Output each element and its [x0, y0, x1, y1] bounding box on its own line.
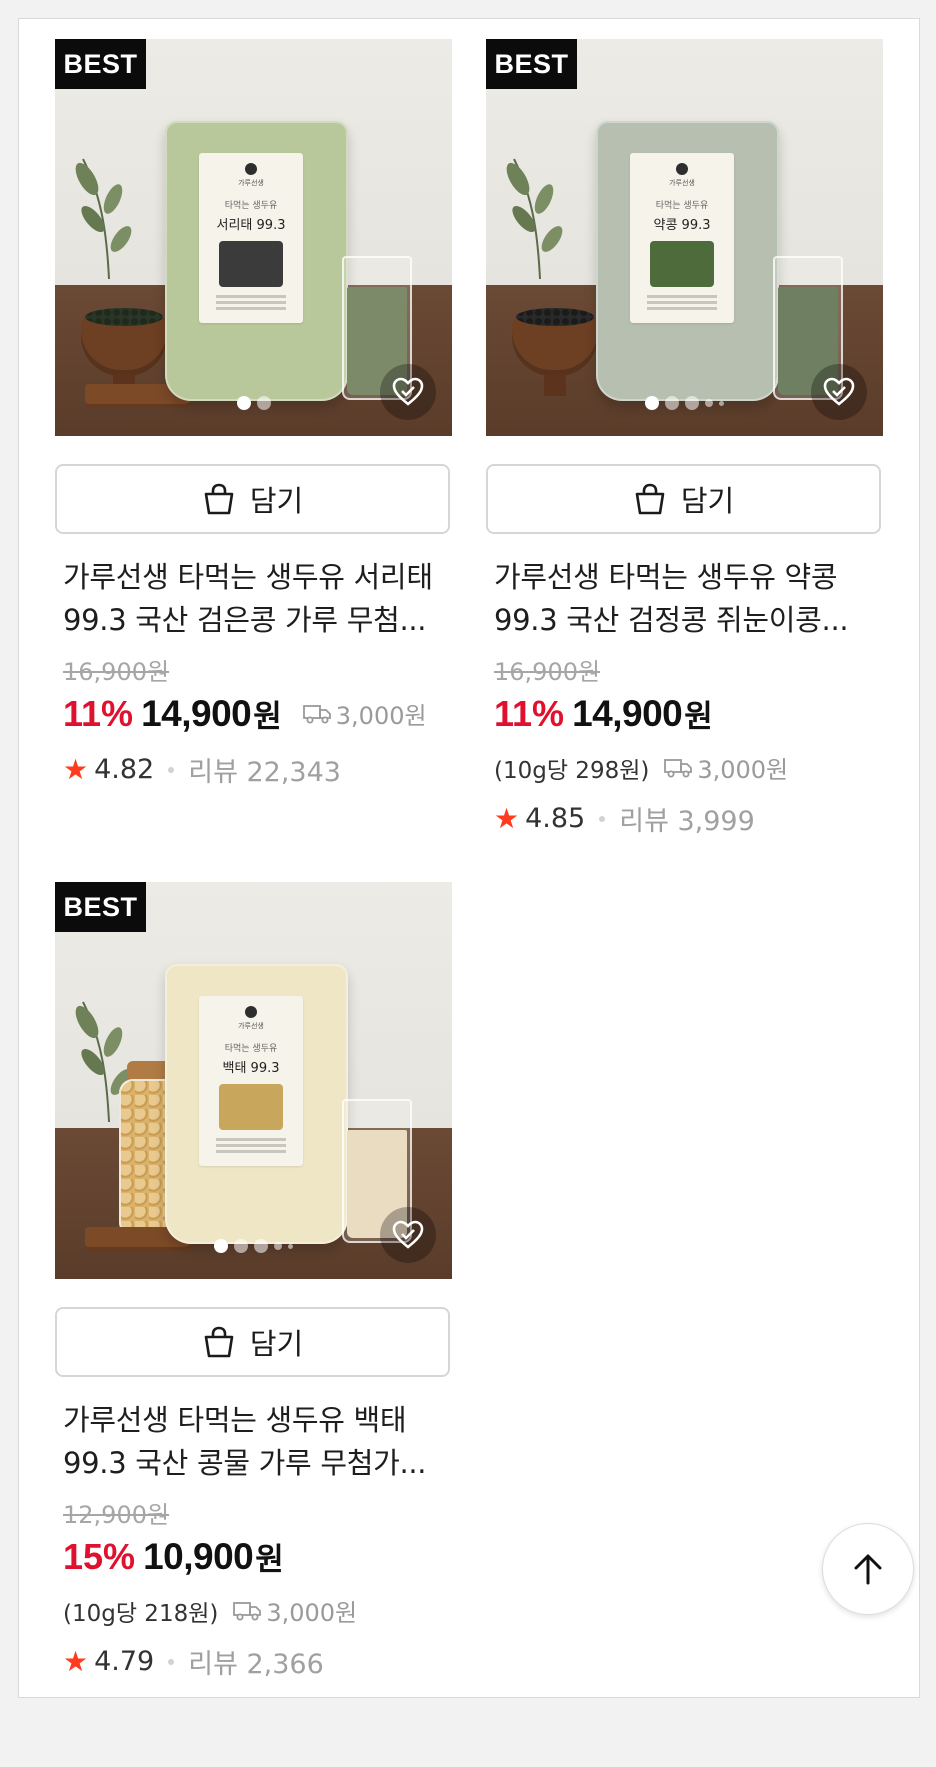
truck-icon: [664, 758, 693, 777]
sale-price: 14,900: [572, 692, 683, 734]
cart-label: 담기: [249, 1327, 304, 1361]
original-price: 12,900원: [63, 1501, 170, 1529]
product-title[interactable]: 가루선생 타먹는 생두유 서리태 99.3 국산 검은콩 가루 무첨...: [63, 556, 444, 642]
shipping-fee: 3,000원: [232, 1593, 357, 1628]
separator-dot: [168, 766, 175, 773]
review-count[interactable]: 리뷰 22,343: [188, 750, 341, 789]
brand-logo: [245, 1006, 257, 1018]
shipping-fee-text: 3,000원: [266, 1599, 358, 1627]
image-dot[interactable]: [234, 1239, 248, 1253]
product-pouch: 가루선생 타먹는 생두유 백태 99.3: [165, 964, 348, 1244]
rating-score: 4.82: [94, 754, 155, 785]
discount-rate: 11%: [63, 692, 134, 734]
separator-dot: [599, 815, 606, 822]
original-price: 16,900원: [494, 658, 601, 686]
separator-dot: [168, 1658, 175, 1665]
wishlist-button[interactable]: [380, 364, 436, 420]
review-count[interactable]: 리뷰 2,366: [188, 1642, 324, 1681]
heart-icon: [392, 377, 424, 406]
shopping-bag-icon: [635, 483, 665, 515]
product-image[interactable]: 가루선생 타먹는 생두유 약콩 99.3 BEST: [486, 39, 883, 436]
product-card[interactable]: 가루선생 타먹는 생두유 약콩 99.3 BEST 담기 가루선생 타먹는 생두…: [486, 39, 883, 838]
rating-row: ★ 4.82 리뷰 22,343: [63, 750, 444, 789]
arrow-up-icon: [854, 1554, 882, 1585]
product-card[interactable]: 가루선생 타먹는 생두유 서리태 99.3 BEST 담기 가루선생 타먹는 생…: [55, 39, 452, 789]
product-grid: 가루선생 타먹는 생두유 서리태 99.3 BEST 담기 가루선생 타먹는 생…: [18, 18, 920, 1698]
image-dot[interactable]: [236, 396, 251, 410]
image-dot[interactable]: [256, 396, 271, 410]
wishlist-button[interactable]: [380, 1207, 436, 1263]
price-row: 15% 10,900 원: [63, 1534, 444, 1579]
add-to-cart-button[interactable]: 담기: [55, 1307, 450, 1377]
original-price: 16,900원: [63, 658, 170, 686]
product-title[interactable]: 가루선생 타먹는 생두유 백태 99.3 국산 콩물 가루 무첨가...: [63, 1399, 444, 1485]
price-row: 11% 14,900 원 3,000원: [63, 691, 444, 736]
add-to-cart-button[interactable]: 담기: [486, 464, 881, 534]
shipping-fee: 3,000원: [302, 696, 427, 731]
plant-leaves: [506, 158, 563, 279]
sale-price: 10,900: [143, 1535, 254, 1577]
price-row: 11% 14,900 원: [494, 691, 875, 736]
bean-bowl: [81, 308, 167, 376]
image-dot[interactable]: [645, 396, 659, 410]
heart-icon: [823, 377, 855, 406]
bean-bowl: [512, 308, 598, 376]
shopping-bag-icon: [204, 1326, 234, 1358]
product-pouch: 가루선생 타먹는 생두유 서리태 99.3: [165, 121, 348, 401]
brand-logo: [245, 163, 257, 175]
scroll-to-top-button[interactable]: [822, 1523, 914, 1615]
shopping-bag-icon: [204, 483, 234, 515]
image-dot[interactable]: [705, 399, 713, 407]
shipping-fee-text: 3,000원: [697, 756, 789, 784]
truck-icon: [302, 704, 331, 723]
image-dot[interactable]: [254, 1239, 268, 1253]
image-dot[interactable]: [685, 396, 699, 410]
product-pouch: 가루선생 타먹는 생두유 약콩 99.3: [596, 121, 779, 401]
shipping-fee: 3,000원: [663, 750, 788, 785]
best-badge: BEST: [486, 39, 577, 89]
sale-price: 14,900: [141, 692, 252, 734]
best-badge: BEST: [55, 39, 146, 89]
rating-score: 4.79: [94, 1646, 155, 1677]
unit-price-row: (10g당 218원) 3,000원: [63, 1593, 444, 1628]
image-dot[interactable]: [274, 1242, 282, 1250]
best-badge: BEST: [55, 882, 146, 932]
rating-score: 4.85: [525, 803, 586, 834]
wishlist-button[interactable]: [811, 364, 867, 420]
plant-leaves: [75, 158, 132, 279]
unit-price: (10g당 218원): [63, 1600, 219, 1627]
image-dot[interactable]: [214, 1239, 228, 1253]
image-dot[interactable]: [719, 400, 724, 406]
discount-rate: 11%: [494, 692, 565, 734]
price-unit: 원: [253, 699, 282, 735]
review-count[interactable]: 리뷰 3,999: [619, 799, 755, 838]
add-to-cart-button[interactable]: 담기: [55, 464, 450, 534]
image-dot[interactable]: [288, 1243, 293, 1249]
shipping-fee-text: 3,000원: [335, 702, 427, 730]
star-icon: ★: [63, 752, 89, 786]
truck-icon: [233, 1601, 262, 1620]
rating-row: ★ 4.79 리뷰 2,366: [63, 1642, 444, 1681]
product-title[interactable]: 가루선생 타먹는 생두유 약콩 99.3 국산 검정콩 쥐눈이콩...: [494, 556, 875, 642]
rating-row: ★ 4.85 리뷰 3,999: [494, 799, 875, 838]
product-image[interactable]: 가루선생 타먹는 생두유 서리태 99.3 BEST: [55, 39, 452, 436]
cart-label: 담기: [680, 484, 735, 518]
star-icon: ★: [63, 1644, 89, 1678]
product-card[interactable]: 가루선생 타먹는 생두유 백태 99.3 BEST 담기 가루선생 타먹는 생두…: [55, 882, 452, 1681]
brand-logo: [676, 163, 688, 175]
unit-price-row: (10g당 298원) 3,000원: [494, 750, 875, 785]
cart-label: 담기: [249, 484, 304, 518]
product-image[interactable]: 가루선생 타먹는 생두유 백태 99.3 BEST: [55, 882, 452, 1279]
discount-rate: 15%: [63, 1535, 136, 1577]
unit-price: (10g당 298원): [494, 757, 650, 784]
image-dot[interactable]: [665, 396, 679, 410]
star-icon: ★: [494, 801, 520, 835]
price-unit: 원: [255, 1542, 284, 1578]
heart-icon: [392, 1220, 424, 1249]
price-unit: 원: [684, 699, 713, 735]
